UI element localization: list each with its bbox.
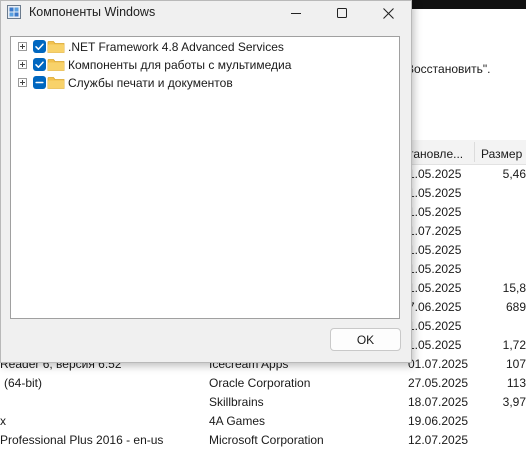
feature-item-multimedia[interactable]: Компоненты для работы с мультимедиа xyxy=(11,56,399,74)
folder-icon xyxy=(47,77,65,89)
feature-label: .NET Framework 4.8 Advanced Services xyxy=(68,40,284,54)
program-size: 107 xyxy=(505,357,526,371)
background-hint-text: Восстановить". xyxy=(406,62,491,76)
close-icon xyxy=(382,7,394,19)
program-install-date: 1.05.2025 xyxy=(408,186,462,200)
checkmark-icon xyxy=(35,61,44,68)
ok-button[interactable]: OK xyxy=(330,328,401,351)
program-install-date: 1.05.2025 xyxy=(408,281,462,295)
program-install-date: 1.07.2025 xyxy=(408,224,462,238)
feature-label: Службы печати и документов xyxy=(68,76,233,90)
feature-checkbox[interactable] xyxy=(33,58,46,71)
program-size: 3,97 xyxy=(502,395,526,409)
program-install-date: 7.06.2025 xyxy=(408,300,462,314)
folder-icon xyxy=(47,41,65,53)
program-name: x xyxy=(0,414,6,428)
program-publisher: 4A Games xyxy=(209,414,266,428)
program-publisher: Oracle Corporation xyxy=(209,376,311,390)
program-install-date: 1.05.2025 xyxy=(408,167,462,181)
partial-check-icon xyxy=(35,81,44,84)
folder-icon xyxy=(47,59,65,71)
program-install-date: 19.06.2025 xyxy=(408,414,469,428)
expand-icon[interactable] xyxy=(18,60,27,69)
program-publisher: Skillbrains xyxy=(209,395,264,409)
program-install-date: 1.05.2025 xyxy=(408,262,462,276)
expand-icon[interactable] xyxy=(18,42,27,51)
program-install-date: 12.07.2025 xyxy=(408,433,469,447)
program-install-date: 01.07.2025 xyxy=(408,357,469,371)
dialog-title-bar[interactable]: Компоненты Windows xyxy=(1,1,411,25)
program-install-date: 1.05.2025 xyxy=(408,338,462,352)
program-size: 15,8 xyxy=(502,281,526,295)
feature-label: Компоненты для работы с мультимедиа xyxy=(68,58,292,72)
expand-icon[interactable] xyxy=(18,78,27,87)
close-button[interactable] xyxy=(365,1,411,25)
feature-item-net-framework[interactable]: .NET Framework 4.8 Advanced Services xyxy=(11,38,399,56)
program-install-date: 1.05.2025 xyxy=(408,319,462,333)
program-row[interactable]: Skillbrains 18.07.2025 3,97 xyxy=(0,393,526,412)
program-name: Professional Plus 2016 - en-us xyxy=(0,433,164,447)
program-size: 1,72 xyxy=(502,338,526,352)
program-publisher: Microsoft Corporation xyxy=(209,433,324,447)
windows-features-dialog: Компоненты Windows .NET Framework 4.8 Ad… xyxy=(0,0,412,363)
program-size: 113 xyxy=(506,376,526,390)
dialog-title: Компоненты Windows xyxy=(29,5,156,19)
features-tree[interactable]: .NET Framework 4.8 Advanced Services Ком… xyxy=(10,36,400,319)
program-size: 689 xyxy=(505,300,526,314)
maximize-icon xyxy=(337,8,347,18)
feature-checkbox[interactable] xyxy=(33,40,46,53)
program-name: (64-bit) xyxy=(4,376,43,390)
program-install-date: 1.05.2025 xyxy=(408,243,462,257)
minimize-button[interactable] xyxy=(273,1,319,25)
feature-checkbox[interactable] xyxy=(33,76,46,89)
maximize-button[interactable] xyxy=(319,1,365,25)
program-row[interactable]: Professional Plus 2016 - en-us Microsoft… xyxy=(0,431,526,450)
windows-features-app-icon xyxy=(7,5,21,19)
minimize-icon xyxy=(291,13,301,14)
column-header-size[interactable]: Размер xyxy=(481,147,522,161)
feature-item-print-services[interactable]: Службы печати и документов xyxy=(11,74,399,92)
program-install-date: 1.05.2025 xyxy=(408,205,462,219)
checkmark-icon xyxy=(35,43,44,50)
program-size: 5,46 xyxy=(502,167,526,181)
program-row[interactable]: x 4A Games 19.06.2025 xyxy=(0,412,526,431)
program-install-date: 18.07.2025 xyxy=(408,395,469,409)
program-install-date: 27.05.2025 xyxy=(408,376,469,390)
program-row[interactable]: (64-bit) Oracle Corporation 27.05.2025 1… xyxy=(0,374,526,393)
column-separator[interactable] xyxy=(474,142,475,162)
